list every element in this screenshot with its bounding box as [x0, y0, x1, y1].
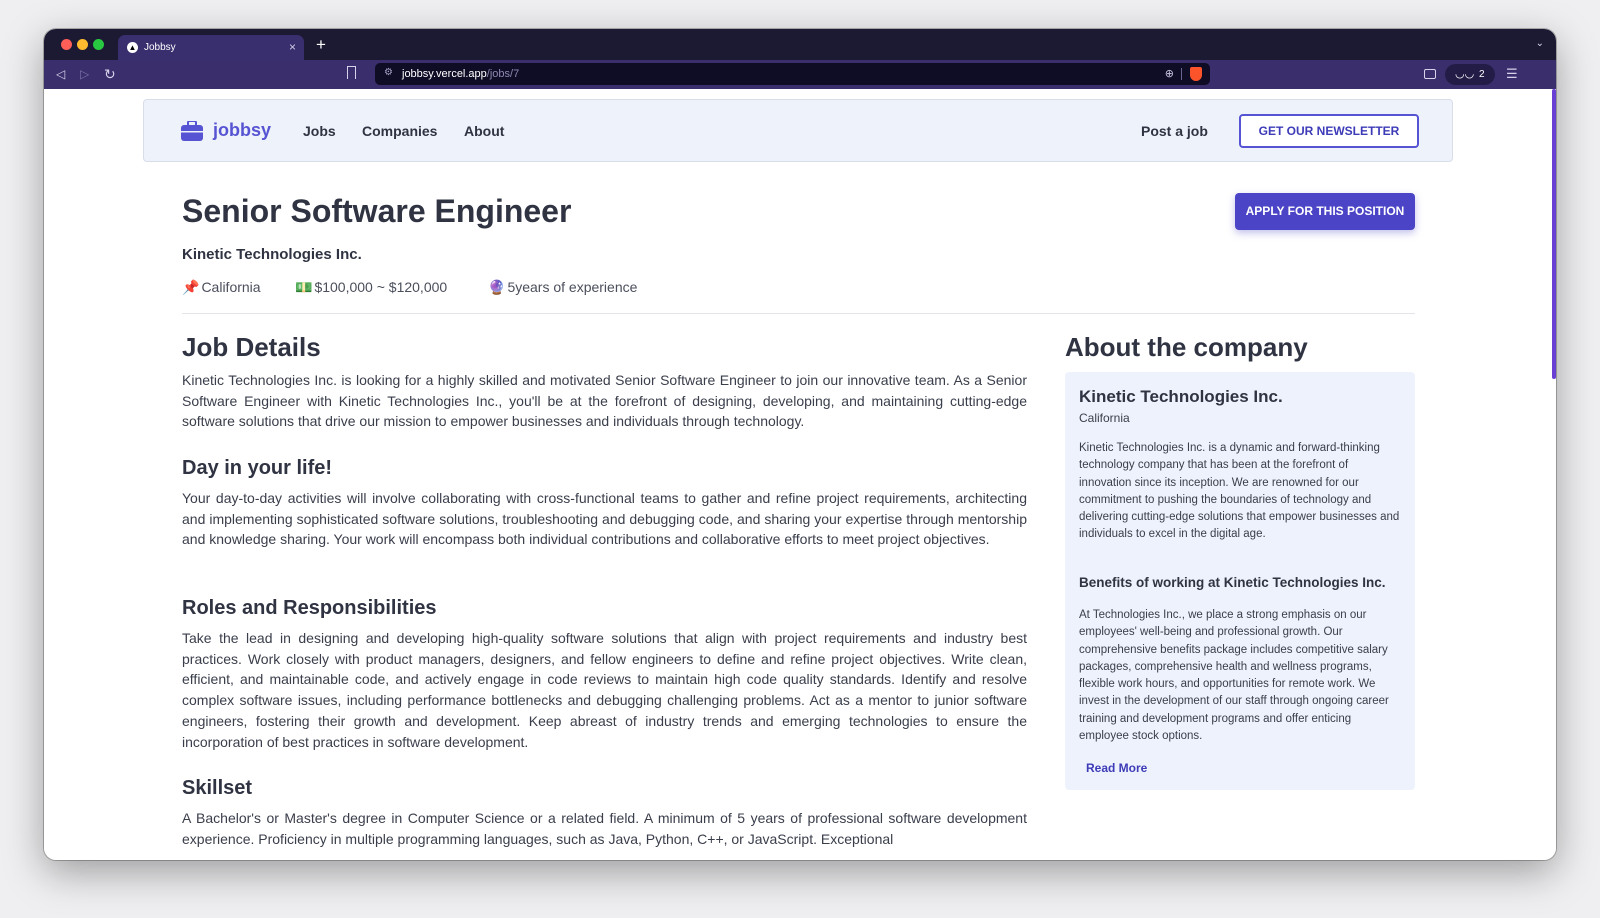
location-text: California: [201, 279, 261, 295]
new-tab-button[interactable]: +: [316, 35, 326, 55]
skillset-text: A Bachelor's or Master's degree in Compu…: [182, 810, 1027, 847]
roles-text: Take the lead in designing and developin…: [182, 630, 1027, 750]
reload-icon[interactable]: ↻: [104, 66, 116, 82]
newsletter-button[interactable]: GET OUR NEWSLETTER: [1239, 114, 1419, 148]
company-name: Kinetic Technologies Inc.: [182, 246, 362, 263]
company-description: Kinetic Technologies Inc. is a dynamic a…: [1079, 442, 1400, 541]
nav-about[interactable]: About: [464, 123, 504, 139]
scrollbar-thumb[interactable]: [1552, 89, 1556, 379]
close-window-button[interactable]: [61, 39, 72, 50]
url-path: /jobs/7: [486, 68, 520, 80]
minimize-window-button[interactable]: [77, 39, 88, 50]
benefits-text: At Technologies Inc., we place a strong …: [1079, 609, 1389, 743]
back-arrow-icon[interactable]: ◁: [56, 66, 65, 82]
pin-icon: 📌: [182, 279, 200, 295]
maximize-window-button[interactable]: [93, 39, 104, 50]
company-card: Kinetic Technologies Inc. California Kin…: [1065, 372, 1415, 790]
skillset-heading: Skillset: [182, 777, 253, 799]
vpn-count: 2: [1479, 69, 1485, 80]
day-in-life-text: Your day-to-day activities will involve …: [182, 490, 1027, 548]
job-details-heading: Job Details: [182, 332, 321, 362]
money-icon: 💵: [295, 279, 313, 295]
post-job-link[interactable]: Post a job: [1141, 123, 1208, 139]
address-bar[interactable]: ⚙ jobbsy.vercel.app/jobs/7 ⊕: [375, 63, 1210, 85]
brave-shield-icon[interactable]: [1190, 67, 1202, 81]
site-settings-icon[interactable]: ⚙: [384, 67, 393, 78]
experience-text: 5years of experience: [507, 279, 638, 295]
benefits-heading: Benefits of working at Kinetic Technolog…: [1079, 575, 1386, 590]
card-company-name: Kinetic Technologies Inc.: [1079, 387, 1283, 406]
site-header: jobbsy Jobs Companies About Post a job G…: [143, 99, 1453, 162]
apply-button[interactable]: APPLY FOR THIS POSITION: [1235, 193, 1415, 230]
browser-toolbar: ◁ ▷ ↻ ⚙ jobbsy.vercel.app/jobs/7 ⊕ ◡◡ 2 …: [44, 60, 1556, 89]
roles-heading: Roles and Responsibilities: [182, 597, 437, 619]
briefcase-icon: [181, 121, 203, 141]
salary-text: $100,000 ~ $120,000: [314, 279, 448, 295]
tab-jobbsy[interactable]: ▲ Jobbsy ×: [118, 35, 304, 60]
browser-window: ▲ Jobbsy × + ⌄ ◁ ▷ ↻ ⚙ jobbsy.vercel.app…: [44, 29, 1556, 860]
divider: [182, 313, 1415, 314]
url-host: jobbsy.vercel.app: [402, 68, 487, 80]
job-experience: 🔮 5years of experience: [488, 279, 637, 296]
day-in-life-heading: Day in your life!: [182, 457, 333, 479]
logo-text[interactable]: jobbsy: [213, 120, 271, 141]
nav-companies[interactable]: Companies: [362, 123, 437, 139]
vercel-favicon-icon: ▲: [127, 42, 138, 53]
glasses-icon: ◡◡: [1455, 68, 1475, 80]
url-text[interactable]: jobbsy.vercel.app/jobs/7: [402, 68, 519, 80]
tab-list-chevron-icon[interactable]: ⌄: [1536, 38, 1544, 49]
zoom-icon[interactable]: ⊕: [1165, 67, 1174, 80]
forward-arrow-icon[interactable]: ▷: [80, 66, 89, 82]
page-content: jobbsy Jobs Companies About Post a job G…: [44, 89, 1556, 860]
card-company-location: California: [1079, 411, 1130, 425]
read-more-link[interactable]: Read More: [1086, 761, 1147, 775]
job-details-intro: Kinetic Technologies Inc. is looking for…: [182, 372, 1027, 430]
bookmark-icon[interactable]: [347, 66, 356, 79]
job-salary: 💵 $100,000 ~ $120,000: [295, 279, 447, 296]
nav-jobs[interactable]: Jobs: [303, 123, 336, 139]
crystal-ball-icon: 🔮: [488, 279, 506, 295]
address-separator: [1181, 68, 1182, 80]
job-title: Senior Software Engineer: [182, 193, 572, 229]
tab-close-icon[interactable]: ×: [289, 40, 296, 54]
sidebar-toggle-icon[interactable]: [1424, 69, 1436, 79]
tab-title: Jobbsy: [144, 42, 176, 53]
tab-bar: ▲ Jobbsy × + ⌄: [44, 29, 1556, 60]
about-company-heading: About the company: [1065, 332, 1308, 362]
job-location: 📌 California: [182, 279, 261, 296]
menu-icon[interactable]: ☰: [1506, 66, 1518, 82]
vpn-button[interactable]: ◡◡ 2: [1445, 64, 1495, 85]
